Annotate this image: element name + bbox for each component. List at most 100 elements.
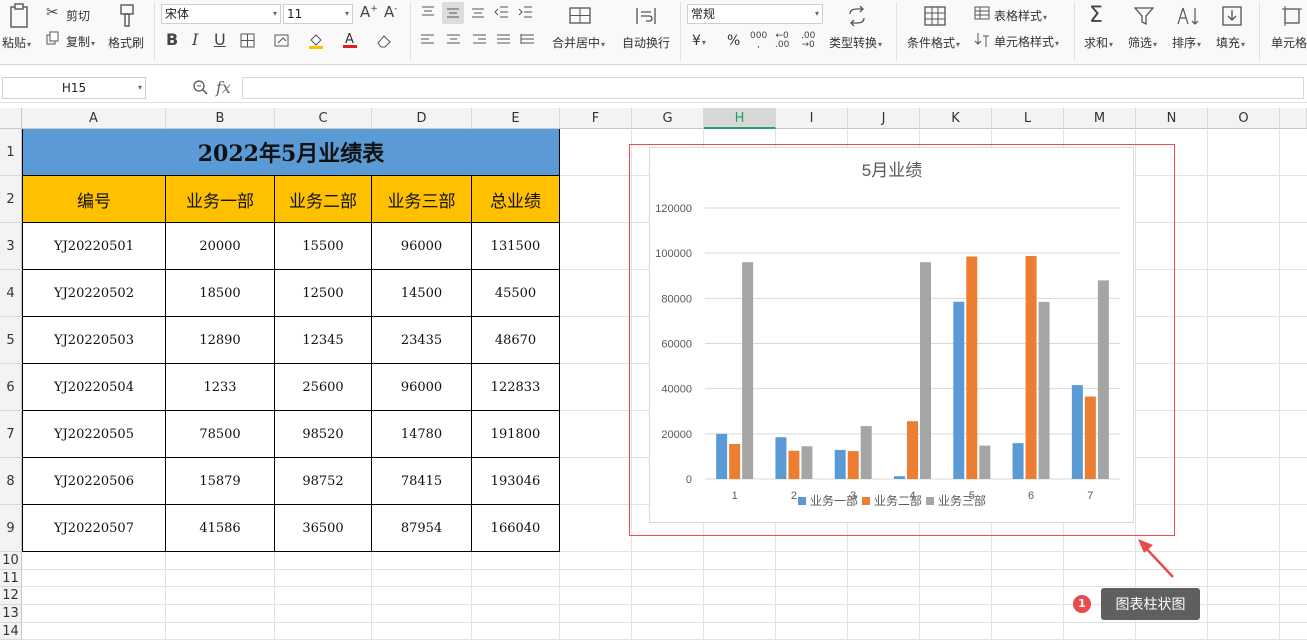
thousands-separator-icon[interactable]: 000, [750, 32, 767, 50]
underline-icon[interactable]: U [214, 32, 226, 48]
increase-decimal-icon[interactable]: ←0.00 [775, 32, 789, 50]
column-header-m[interactable]: M [1064, 108, 1136, 129]
record-id-cell[interactable]: YJ20220504 [22, 364, 166, 411]
row-header-5[interactable]: 5 [0, 317, 22, 364]
sheet-title-cell[interactable]: 2022年5月业绩表 [22, 129, 560, 176]
justify-icon[interactable] [496, 33, 512, 47]
format-painter-button[interactable]: 格式刷 [108, 34, 144, 51]
table-header-cell[interactable]: 编号 [22, 176, 166, 223]
value-cell[interactable]: 1233 [166, 364, 275, 411]
increase-indent-icon[interactable] [518, 5, 534, 19]
row-header-11[interactable]: 11 [0, 570, 22, 587]
table-header-cell[interactable]: 总业绩 [472, 176, 560, 223]
column-header-g[interactable]: G [632, 108, 704, 129]
currency-button[interactable]: ¥▾ [692, 33, 706, 49]
row-header-9[interactable]: 9 [0, 505, 22, 552]
fx-icon[interactable]: fx [216, 78, 231, 97]
table-header-cell[interactable]: 业务一部 [166, 176, 275, 223]
row-header-7[interactable]: 7 [0, 411, 22, 458]
column-header-o[interactable]: O [1208, 108, 1280, 129]
conditional-format-button[interactable]: 条件格式▾ [907, 34, 960, 51]
column-header-n[interactable]: N [1136, 108, 1208, 129]
fill-color-icon[interactable] [308, 32, 324, 50]
value-cell[interactable]: 14780 [372, 411, 472, 458]
italic-icon[interactable]: I [192, 32, 198, 48]
value-cell[interactable]: 191800 [472, 411, 560, 458]
row-header-12[interactable]: 12 [0, 587, 22, 605]
sum-button[interactable]: 求和▾ [1084, 34, 1113, 51]
column-header-k[interactable]: K [920, 108, 992, 129]
record-id-cell[interactable]: YJ20220506 [22, 458, 166, 505]
column-header-i[interactable]: I [776, 108, 848, 129]
align-center-icon[interactable] [446, 33, 462, 47]
align-right-icon[interactable] [472, 33, 488, 47]
value-cell[interactable]: 15500 [275, 223, 372, 270]
cut-button[interactable]: 剪切 [66, 7, 90, 24]
value-cell[interactable]: 98752 [275, 458, 372, 505]
row-header-3[interactable]: 3 [0, 223, 22, 270]
decrease-font-icon[interactable]: A- [384, 5, 398, 20]
name-box[interactable]: H15 ▾ [2, 77, 146, 99]
table-style-button[interactable]: 表格样式▾ [994, 7, 1047, 24]
increase-font-icon[interactable]: A+ [360, 5, 378, 20]
value-cell[interactable]: 12890 [166, 317, 275, 364]
percent-button[interactable]: % [727, 33, 740, 49]
column-header-l[interactable]: L [992, 108, 1064, 129]
value-cell[interactable]: 87954 [372, 505, 472, 552]
value-cell[interactable]: 193046 [472, 458, 560, 505]
font-size-select[interactable]: 11 ▾ [283, 4, 353, 24]
value-cell[interactable]: 48670 [472, 317, 560, 364]
row-header-1[interactable]: 1 [0, 129, 22, 176]
font-color-icon[interactable]: A [342, 31, 358, 49]
wrap-text-button[interactable]: 自动换行 [622, 34, 670, 51]
value-cell[interactable]: 98520 [275, 411, 372, 458]
value-cell[interactable]: 12345 [275, 317, 372, 364]
value-cell[interactable]: 20000 [166, 223, 275, 270]
record-id-cell[interactable]: YJ20220502 [22, 270, 166, 317]
formula-input[interactable] [242, 77, 1304, 99]
distributed-icon[interactable] [520, 33, 536, 47]
value-cell[interactable]: 36500 [275, 505, 372, 552]
value-cell[interactable]: 41586 [166, 505, 275, 552]
row-header-14[interactable]: 14 [0, 623, 22, 640]
table-header-cell[interactable]: 业务三部 [372, 176, 472, 223]
align-left-icon[interactable] [420, 33, 436, 47]
row-header-2[interactable]: 2 [0, 176, 22, 223]
sort-button[interactable]: 排序▾ [1172, 34, 1201, 51]
value-cell[interactable]: 15879 [166, 458, 275, 505]
font-name-select[interactable]: 宋体 ▾ [161, 4, 281, 24]
paste-button[interactable]: 粘贴▾ [2, 34, 31, 51]
record-id-cell[interactable]: YJ20220501 [22, 223, 166, 270]
cell-button[interactable]: 单元格 [1271, 34, 1307, 51]
column-header-b[interactable]: B [166, 108, 275, 129]
row-header-4[interactable]: 4 [0, 270, 22, 317]
column-header-c[interactable]: C [275, 108, 372, 129]
column-header-h[interactable]: H [704, 108, 776, 129]
row-header-13[interactable]: 13 [0, 605, 22, 623]
border-icon[interactable] [240, 33, 256, 49]
row-header-6[interactable]: 6 [0, 364, 22, 411]
merge-center-button[interactable]: 合并居中▾ [552, 34, 605, 51]
row-header-10[interactable]: 10 [0, 552, 22, 570]
paste-icon[interactable] [6, 3, 32, 29]
record-id-cell[interactable]: YJ20220505 [22, 411, 166, 458]
align-bottom-icon[interactable] [470, 5, 486, 19]
value-cell[interactable]: 18500 [166, 270, 275, 317]
bold-icon[interactable]: B [166, 32, 178, 48]
chart-area[interactable]: 5月业绩 0 20000 40000 60000 80000 100000 120000 1 2 3… [649, 147, 1134, 523]
record-id-cell[interactable]: YJ20220503 [22, 317, 166, 364]
value-cell[interactable]: 14500 [372, 270, 472, 317]
fill-button[interactable]: 填充▾ [1216, 34, 1245, 51]
value-cell[interactable]: 78500 [166, 411, 275, 458]
align-top-icon[interactable] [420, 5, 436, 19]
column-header-d[interactable]: D [372, 108, 472, 129]
column-header-f[interactable]: F [560, 108, 632, 129]
copy-button[interactable]: 复制▾ [66, 33, 95, 50]
value-cell[interactable]: 45500 [472, 270, 560, 317]
row-header-8[interactable]: 8 [0, 458, 22, 505]
zoom-icon[interactable] [192, 79, 208, 95]
value-cell[interactable]: 131500 [472, 223, 560, 270]
value-cell[interactable]: 96000 [372, 364, 472, 411]
filter-button[interactable]: 筛选▾ [1128, 34, 1157, 51]
cell-type-icon[interactable] [274, 33, 290, 49]
